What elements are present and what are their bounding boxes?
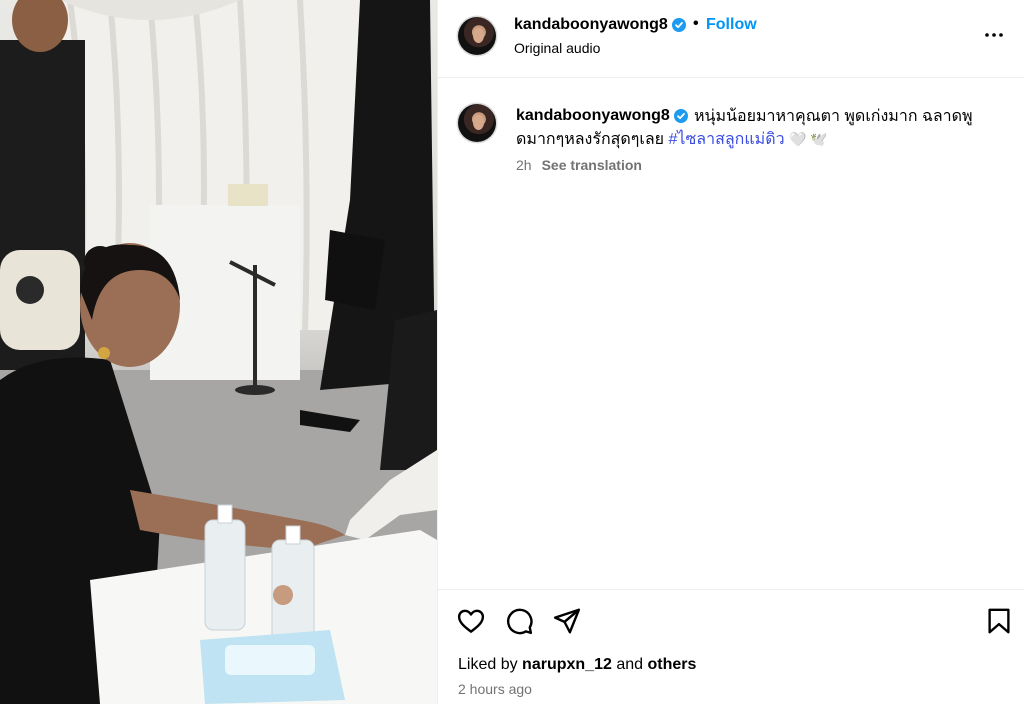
hashtag-link[interactable]: #ไซลาสลูกแม่ดิว xyxy=(669,131,785,148)
follow-button[interactable]: Follow xyxy=(706,16,757,34)
author-username[interactable]: kandaboonyawong8 xyxy=(514,16,668,34)
caption-meta: 2h See translation xyxy=(516,157,642,173)
post-header: kandaboonyawong8 • Follow Original audio xyxy=(438,0,1024,78)
audio-link[interactable]: Original audio xyxy=(514,40,600,56)
see-translation-button[interactable]: See translation xyxy=(542,157,642,173)
post-photo xyxy=(0,0,437,704)
caption-emoji: 🤍 🕊️ xyxy=(789,131,828,147)
comment-icon[interactable] xyxy=(504,606,534,636)
avatar[interactable] xyxy=(458,17,496,55)
liked-by-summary: Liked by narupxn_12 and others xyxy=(458,656,696,674)
post-timestamp[interactable]: 2 hours ago xyxy=(458,681,532,697)
send-icon[interactable] xyxy=(552,606,582,636)
post-media[interactable] xyxy=(0,0,437,704)
verified-badge-icon xyxy=(674,109,688,123)
caption-text-line2: ดมากๆหลงรักสุดๆเลย #ไซลาสลูกแม่ดิว 🤍 🕊️ xyxy=(516,128,828,151)
caption-avatar[interactable] xyxy=(458,104,496,142)
caption-username[interactable]: kandaboonyawong8 xyxy=(516,107,670,125)
bookmark-icon[interactable] xyxy=(984,606,1014,636)
caption-text-line1: หนุ่มน้อยมาหาคุณตา พูดเก่งมาก ฉลาดพู xyxy=(694,108,973,125)
post-panel: kandaboonyawong8 • Follow Original audio… xyxy=(437,0,1024,704)
liked-by-user-link[interactable]: narupxn_12 xyxy=(522,656,612,673)
caption-text-body: ดมากๆหลงรักสุดๆเลย xyxy=(516,131,669,148)
heart-icon[interactable] xyxy=(456,606,486,636)
more-options-icon[interactable] xyxy=(982,20,1006,44)
verified-badge-icon xyxy=(672,18,686,32)
liked-by-prefix: Liked by xyxy=(458,656,518,673)
liked-by-others-link[interactable]: others xyxy=(647,656,696,673)
separator-dot: • xyxy=(693,15,699,32)
liked-by-and: and xyxy=(616,656,644,673)
action-bar: Liked by narupxn_12 and others 2 hours a… xyxy=(438,589,1024,704)
caption-age: 2h xyxy=(516,157,532,173)
